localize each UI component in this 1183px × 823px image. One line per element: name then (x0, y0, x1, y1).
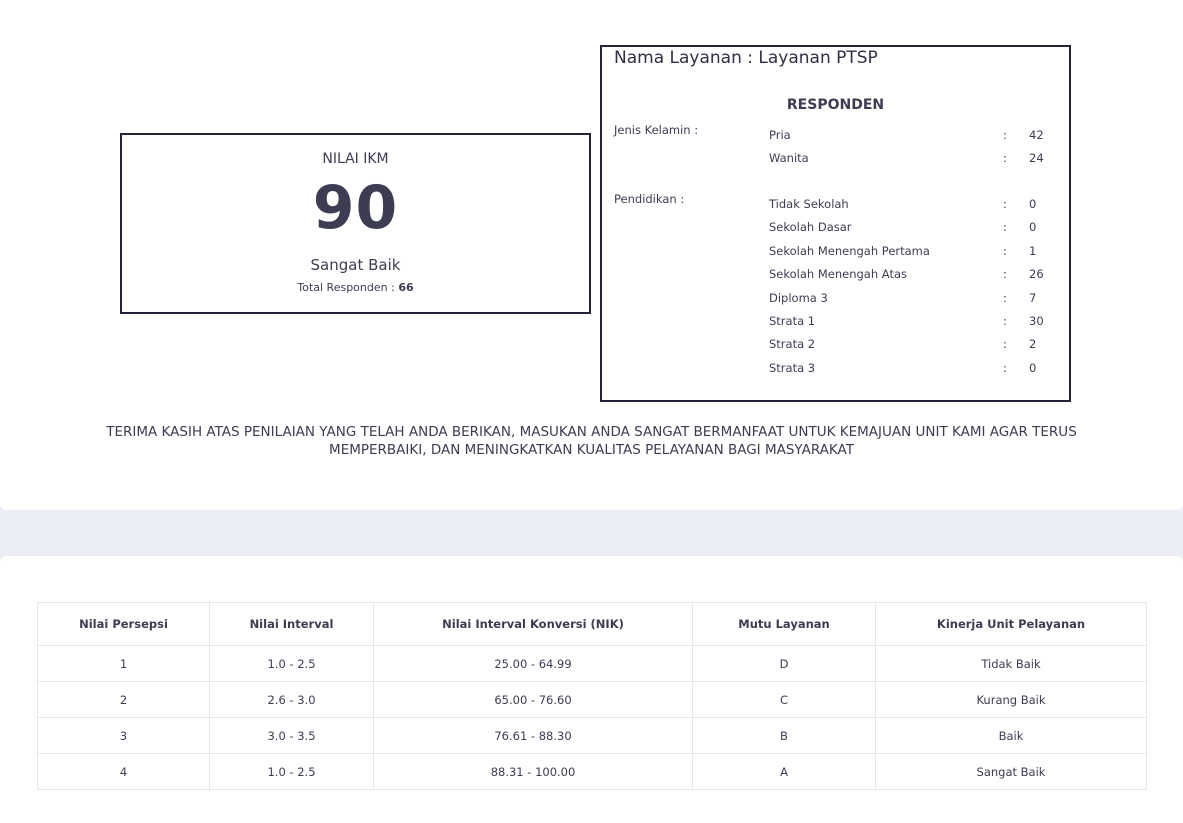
separator: : (1003, 197, 1007, 211)
table-cell: 1 (37, 645, 210, 682)
service-name-prefix: Nama Layanan : (614, 48, 753, 68)
table-cell: 3 (37, 717, 210, 754)
table-cell: A (692, 753, 876, 790)
separator: : (1003, 128, 1007, 142)
ikm-quality-label: Sangat Baik (310, 256, 401, 274)
gender-row-male: Pria : 42 (602, 128, 1069, 148)
ikm-label: NILAI IKM (322, 151, 389, 167)
gender-count: 42 (1029, 128, 1044, 142)
education-row: Tidak Sekolah : 0 (602, 197, 1069, 217)
separator: : (1003, 291, 1007, 305)
table-cell: 76.61 - 88.30 (373, 717, 693, 754)
education-name: Sekolah Menengah Atas (769, 267, 907, 281)
column-header: Nilai Interval (209, 602, 374, 646)
separator: : (1003, 267, 1007, 281)
table-cell: 65.00 - 76.60 (373, 681, 693, 718)
education-name: Sekolah Dasar (769, 220, 852, 234)
education-count: 2 (1029, 337, 1037, 351)
service-name: Nama Layanan : Layanan PTSP (614, 48, 878, 68)
education-name: Strata 3 (769, 361, 816, 375)
table-cell: Sangat Baik (875, 753, 1147, 790)
service-name-value: Layanan PTSP (758, 48, 878, 68)
table-cell: 25.00 - 64.99 (373, 645, 693, 682)
table-cell: 3.0 - 3.5 (209, 717, 374, 754)
education-row: Sekolah Menengah Pertama : 1 (602, 244, 1069, 264)
respondent-box: Nama Layanan : Layanan PTSP RESPONDEN Je… (600, 45, 1071, 402)
education-row: Sekolah Dasar : 0 (602, 220, 1069, 240)
table-cell: 88.31 - 100.00 (373, 753, 693, 790)
total-respondents-label: Total Responden : (297, 281, 395, 294)
table-row: 4 1.0 - 2.5 88.31 - 100.00 A Sangat Baik (37, 753, 1147, 790)
education-row: Strata 2 : 2 (602, 337, 1069, 357)
column-header: Kinerja Unit Pelayanan (875, 602, 1147, 646)
thank-you-message: TERIMA KASIH ATAS PENILAIAN YANG TELAH A… (40, 423, 1143, 459)
separator: : (1003, 220, 1007, 234)
table-row: 1 1.0 - 2.5 25.00 - 64.99 D Tidak Baik (37, 645, 1147, 682)
survey-result-card: NILAI IKM 90 Sangat Baik Total Responden… (0, 0, 1183, 510)
education-count: 0 (1029, 197, 1037, 211)
total-respondents-value: 66 (398, 281, 414, 294)
table-cell: Tidak Baik (875, 645, 1147, 682)
table-header-row: Nilai Persepsi Nilai Interval Nilai Inte… (37, 602, 1147, 646)
education-count: 26 (1029, 267, 1044, 281)
education-name: Strata 1 (769, 314, 816, 328)
separator: : (1003, 244, 1007, 258)
ikm-score-box: NILAI IKM 90 Sangat Baik Total Responden… (120, 133, 591, 314)
table-cell: 1.0 - 2.5 (209, 645, 374, 682)
thank-you-line: MEMPERBAIKI, DAN MENINGKATKAN KUALITAS P… (329, 442, 854, 458)
separator: : (1003, 314, 1007, 328)
gender-name: Pria (769, 128, 791, 142)
education-row: Strata 1 : 30 (602, 314, 1069, 334)
table-cell: Kurang Baik (875, 681, 1147, 718)
separator: : (1003, 361, 1007, 375)
separator: : (1003, 151, 1007, 165)
table-cell: C (692, 681, 876, 718)
education-name: Tidak Sekolah (769, 197, 849, 211)
education-name: Sekolah Menengah Pertama (769, 244, 930, 258)
education-count: 0 (1029, 361, 1037, 375)
education-row: Strata 3 : 0 (602, 361, 1069, 381)
gender-count: 24 (1029, 151, 1044, 165)
gender-row-female: Wanita : 24 (602, 151, 1069, 171)
table-cell: D (692, 645, 876, 682)
gender-name: Wanita (769, 151, 809, 165)
column-header: Mutu Layanan (692, 602, 876, 646)
table-cell: 1.0 - 2.5 (209, 753, 374, 790)
education-count: 7 (1029, 291, 1037, 305)
education-name: Diploma 3 (769, 291, 828, 305)
table-row: 2 2.6 - 3.0 65.00 - 76.60 C Kurang Baik (37, 681, 1147, 718)
education-count: 30 (1029, 314, 1044, 328)
thank-you-line: TERIMA KASIH ATAS PENILAIAN YANG TELAH A… (106, 424, 1077, 440)
table-row: 3 3.0 - 3.5 76.61 - 88.30 B Baik (37, 717, 1147, 754)
separator: : (1003, 337, 1007, 351)
column-header: Nilai Interval Konversi (NIK) (373, 602, 693, 646)
table-cell: B (692, 717, 876, 754)
education-row: Diploma 3 : 7 (602, 291, 1069, 311)
ikm-value: 90 (312, 173, 399, 243)
quality-scale-table: Nilai Persepsi Nilai Interval Nilai Inte… (37, 602, 1147, 790)
education-row: Sekolah Menengah Atas : 26 (602, 267, 1069, 287)
total-respondents: Total Responden : 66 (122, 281, 589, 294)
table-cell: 4 (37, 753, 210, 790)
quality-scale-table-wrapper: Nilai Persepsi Nilai Interval Nilai Inte… (37, 602, 1147, 790)
column-header: Nilai Persepsi (37, 602, 210, 646)
table-cell: 2 (37, 681, 210, 718)
table-cell: Baik (875, 717, 1147, 754)
education-name: Strata 2 (769, 337, 816, 351)
education-count: 0 (1029, 220, 1037, 234)
respondent-title: RESPONDEN (786, 97, 885, 113)
education-count: 1 (1029, 244, 1037, 258)
table-cell: 2.6 - 3.0 (209, 681, 374, 718)
